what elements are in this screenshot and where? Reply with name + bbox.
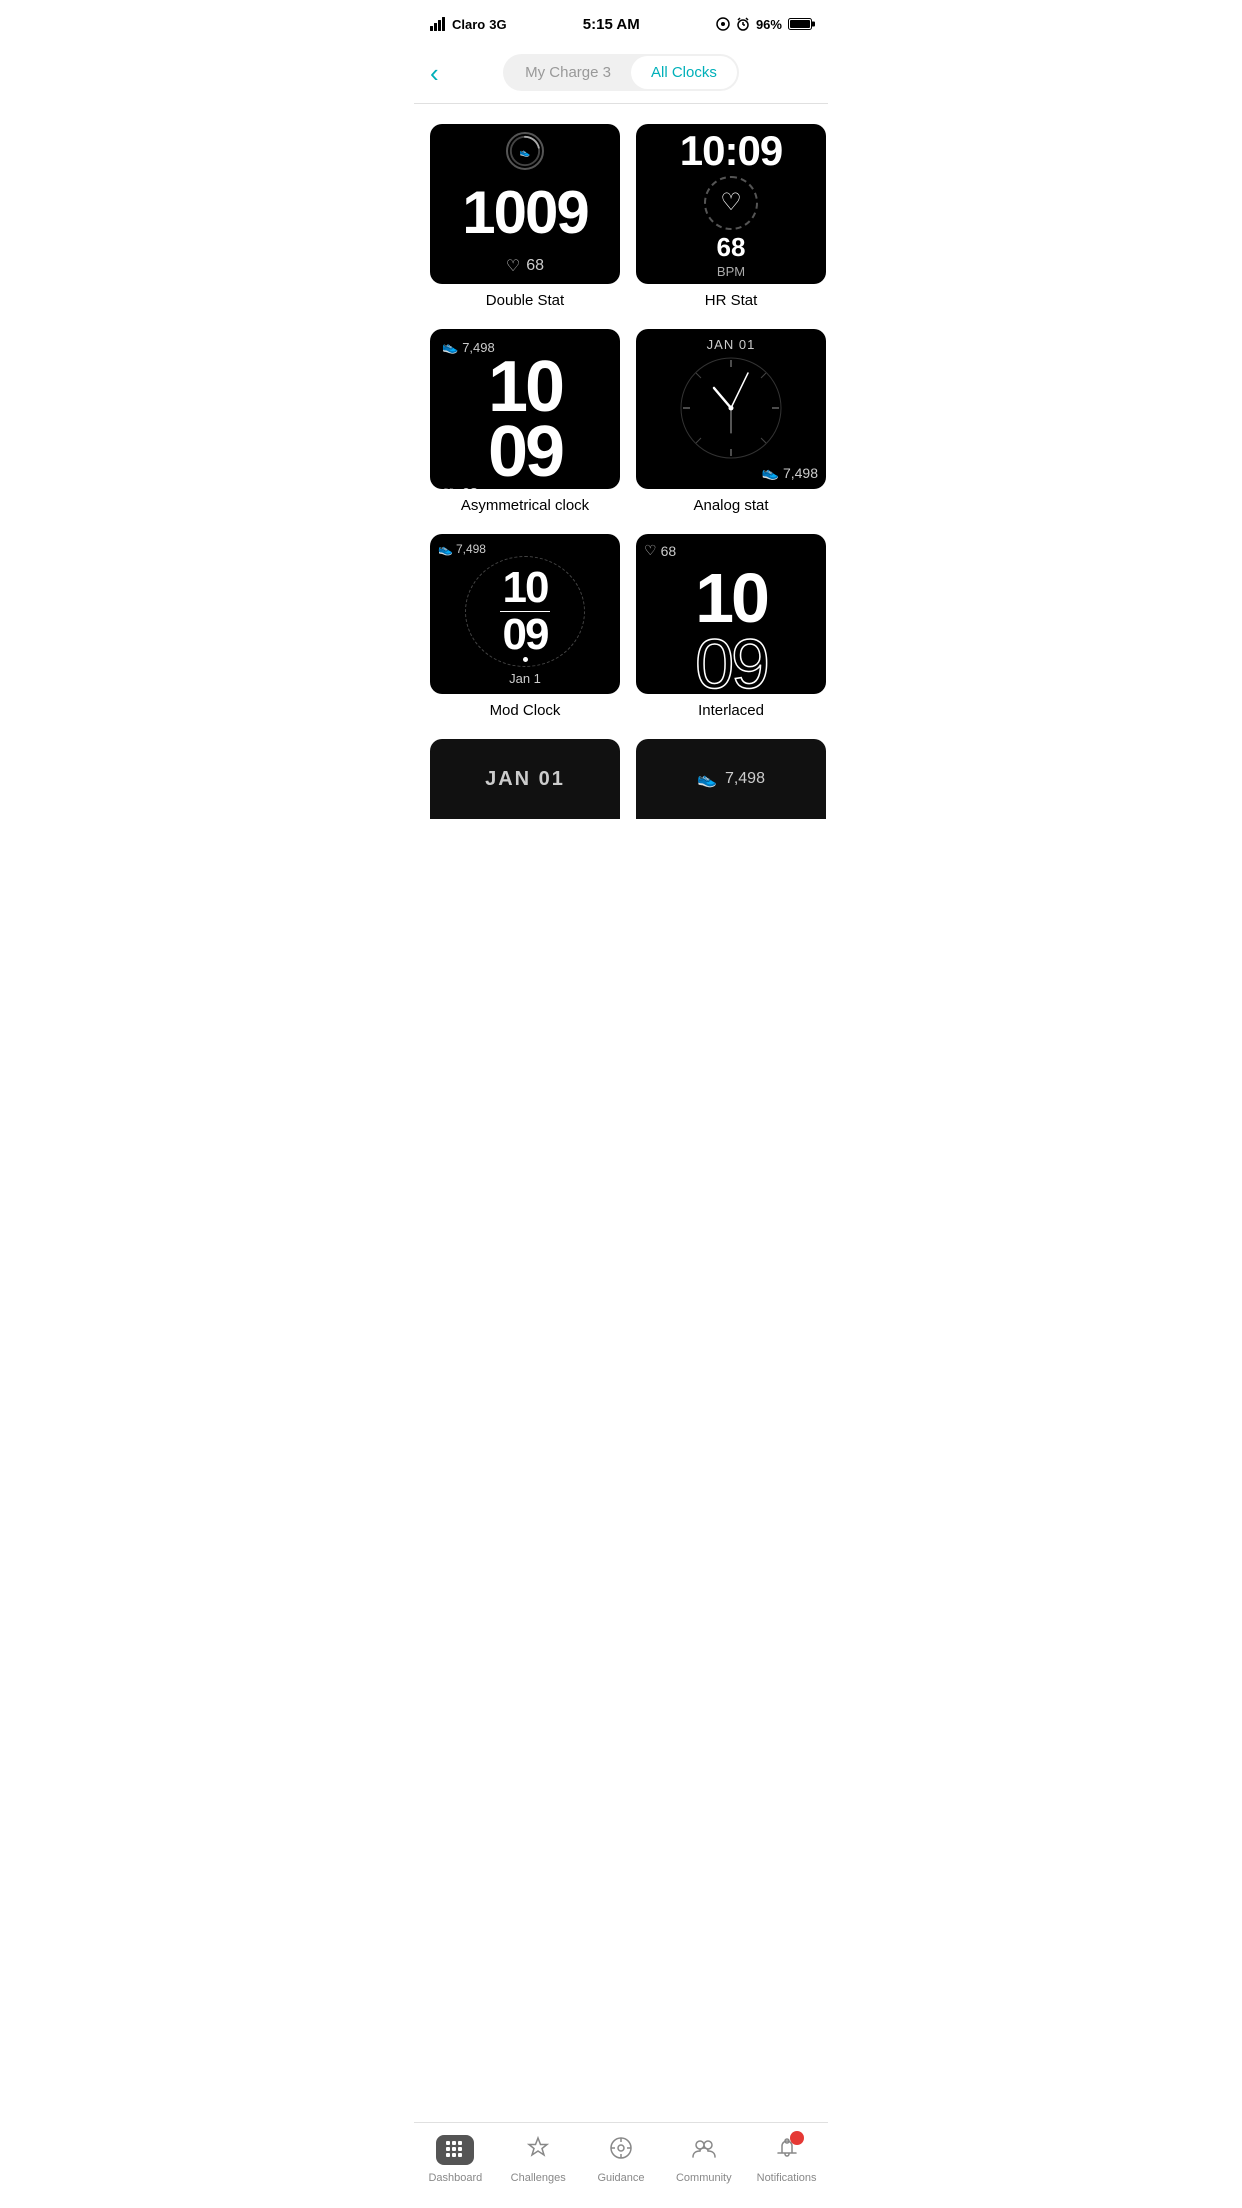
- tab-my-charge[interactable]: My Charge 3: [505, 56, 631, 89]
- nav-item-challenges[interactable]: Challenges: [497, 2131, 580, 2188]
- bottom-nav: Dashboard Challenges Guidance: [414, 2122, 828, 2208]
- ds-heart-rate: ♡ 68: [506, 256, 544, 276]
- partial-clock-item-left[interactable]: JAN 01: [430, 739, 620, 819]
- clock-face-asymmetrical: 👟 7,498 10 09 ♡ 68: [430, 329, 620, 489]
- double-stat-label: Double Stat: [486, 292, 564, 309]
- partial-steps-icon: 👟: [697, 769, 717, 789]
- challenges-icon: [525, 2135, 551, 2168]
- analog-stat-label: Analog stat: [693, 497, 768, 514]
- guidance-icon: [608, 2135, 634, 2168]
- hr-stat-bpm: 68: [717, 234, 746, 260]
- tab-switcher: My Charge 3 All Clocks: [503, 54, 739, 91]
- location-icon: [716, 17, 730, 31]
- mod-steps-value: 7,498: [456, 542, 486, 556]
- interlaced-minutes: 09: [695, 633, 767, 694]
- nav-label-dashboard: Dashboard: [428, 2172, 482, 2184]
- mod-ring: 10 09: [465, 556, 585, 667]
- analog-steps-value: 7,498: [783, 465, 818, 481]
- clock-face-double-stat: 👟 1009 ♡ 68: [430, 124, 620, 284]
- ds-progress-ring: 👟: [508, 133, 542, 169]
- asymmetrical-label: Asymmetrical clock: [461, 497, 589, 514]
- interlaced-hr-value: 68: [661, 543, 677, 559]
- interlaced-heart-icon: ♡: [644, 542, 657, 559]
- partial-clock-face-left: JAN 01: [430, 739, 620, 819]
- asym-hours: 10: [488, 355, 562, 420]
- partial-clock-face-right: 👟 7,498: [636, 739, 826, 819]
- hr-stat-unit: BPM: [717, 264, 745, 279]
- clock-face-interlaced: ♡ 68 10 09: [636, 534, 826, 694]
- battery-icon: [788, 18, 812, 30]
- nav-label-guidance: Guidance: [597, 2172, 644, 2184]
- status-left: Claro 3G: [430, 17, 507, 32]
- network-type: 3G: [489, 17, 506, 32]
- tab-all-clocks[interactable]: All Clocks: [631, 56, 737, 89]
- interlaced-hours: 10: [695, 563, 767, 633]
- nav-item-community[interactable]: Community: [662, 2131, 745, 2188]
- ds-heart-icon: ♡: [506, 256, 520, 276]
- asym-minutes: 09: [488, 420, 562, 485]
- ds-step-circle: 👟: [506, 132, 544, 170]
- partial-clock-item-right[interactable]: 👟 7,498: [636, 739, 826, 819]
- mod-minutes: 09: [503, 614, 548, 656]
- nav-header: ‹ My Charge 3 All Clocks: [414, 44, 828, 104]
- alarm-icon: [736, 17, 750, 31]
- nav-item-notifications[interactable]: Notifications: [745, 2131, 828, 2188]
- partial-clocks-row: JAN 01 👟 7,498: [414, 739, 828, 919]
- hr-stat-time: 10:09: [680, 130, 782, 172]
- clock-item-hr-stat[interactable]: 10:09 ♡ 68 BPM HR Stat: [636, 124, 826, 309]
- nav-label-challenges: Challenges: [511, 2172, 566, 2184]
- ds-circle-top: 👟: [438, 132, 612, 170]
- svg-text:👟: 👟: [520, 147, 531, 158]
- ds-hr-value: 68: [526, 257, 544, 275]
- asym-hr-value: 68: [461, 485, 478, 489]
- notifications-icon: [774, 2135, 800, 2168]
- interlaced-heart: ♡ 68: [644, 542, 818, 559]
- clock-face-hr-stat: 10:09 ♡ 68 BPM: [636, 124, 826, 284]
- clock-item-mod-clock[interactable]: 👟 7,498 10 09 Jan 1 Mod Clock: [430, 534, 620, 719]
- ds-time-display: 1009: [462, 183, 587, 243]
- status-bar: Claro 3G 5:15 AM 96%: [414, 0, 828, 44]
- nav-item-dashboard[interactable]: Dashboard: [414, 2131, 497, 2188]
- partial-date-text: JAN 01: [485, 768, 565, 791]
- dashboard-icon: [436, 2135, 474, 2168]
- back-button[interactable]: ‹: [430, 60, 439, 86]
- analog-clock-area: [666, 358, 796, 458]
- asym-heart-icon: ♡: [442, 485, 455, 489]
- hr-stat-ring: ♡: [704, 176, 758, 230]
- nav-label-community: Community: [676, 2172, 732, 2184]
- clock-item-double-stat[interactable]: 👟 1009 ♡ 68 Double Stat: [430, 124, 620, 309]
- clock-face-analog-stat: JAN 01: [636, 329, 826, 489]
- asym-steps-icon: 👟: [442, 339, 458, 355]
- partial-steps-value: 7,498: [725, 770, 765, 788]
- status-right: 96%: [716, 17, 812, 32]
- analog-date: JAN 01: [707, 337, 756, 352]
- mod-steps: 👟 7,498: [438, 542, 612, 556]
- status-time: 5:15 AM: [583, 16, 640, 33]
- mod-steps-icon: 👟: [438, 542, 453, 556]
- hr-stat-label: HR Stat: [705, 292, 758, 309]
- interlaced-label: Interlaced: [698, 702, 764, 719]
- mod-clock-label: Mod Clock: [490, 702, 561, 719]
- clock-item-interlaced[interactable]: ♡ 68 10 09 Interlaced: [636, 534, 826, 719]
- nav-label-notifications: Notifications: [757, 2172, 817, 2184]
- nav-item-guidance[interactable]: Guidance: [580, 2131, 663, 2188]
- analog-ring-svg: [676, 353, 786, 463]
- mod-date: Jan 1: [509, 671, 541, 686]
- mod-dot: [523, 657, 528, 662]
- analog-steps: 👟 7,498: [762, 464, 818, 481]
- clock-grid: 👟 1009 ♡ 68 Double Stat 10:09 ♡ 68 BPM H…: [414, 104, 828, 739]
- mod-hours: 10: [503, 567, 548, 609]
- clock-item-analog-stat[interactable]: JAN 01: [636, 329, 826, 514]
- carrier-label: Claro: [452, 17, 485, 32]
- clock-item-asymmetrical[interactable]: 👟 7,498 10 09 ♡ 68 Asymmetrical clock: [430, 329, 620, 514]
- analog-steps-icon: 👟: [762, 464, 779, 481]
- signal-icon: [430, 17, 448, 31]
- battery-percent: 96%: [756, 17, 782, 32]
- hr-heart-icon: ♡: [720, 188, 742, 217]
- clock-face-mod-clock: 👟 7,498 10 09 Jan 1: [430, 534, 620, 694]
- community-icon: [691, 2135, 717, 2168]
- asym-heart-rate: ♡ 68: [442, 485, 478, 489]
